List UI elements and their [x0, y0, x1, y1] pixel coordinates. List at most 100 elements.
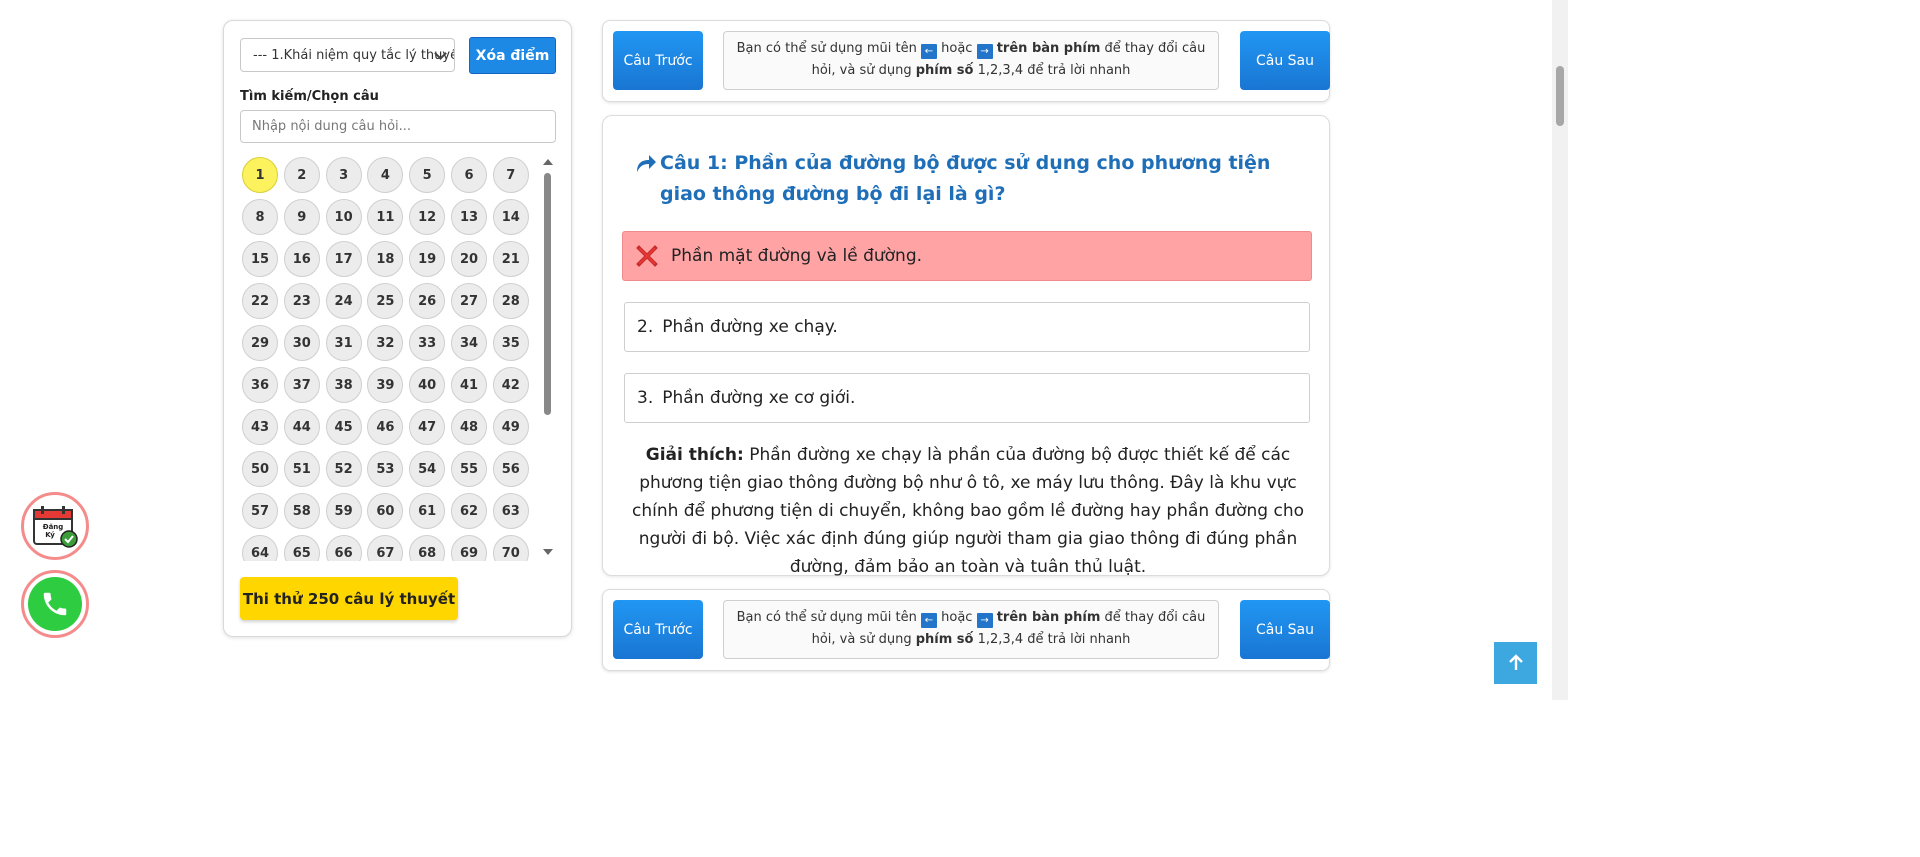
question-number-button[interactable]: 57	[242, 493, 278, 529]
call-float-button[interactable]	[21, 570, 89, 638]
arrow-left-key-icon: ←	[920, 44, 937, 59]
register-text-1: Đăng	[43, 523, 64, 531]
question-number-button[interactable]: 19	[409, 241, 446, 277]
question-number-button[interactable]: 15	[242, 241, 278, 277]
scroll-thumb[interactable]	[544, 173, 551, 415]
prev-question-button[interactable]: Câu Trước	[613, 600, 703, 659]
question-number-button[interactable]: 65	[283, 535, 320, 561]
question-number-button[interactable]: 31	[325, 325, 362, 361]
question-number-button[interactable]: 53	[367, 451, 404, 487]
answer-option-2[interactable]: 2. Phần đường xe chạy.	[624, 302, 1310, 352]
question-number-button[interactable]: 33	[409, 325, 446, 361]
page-scrollbar[interactable]	[1552, 0, 1568, 700]
search-input[interactable]: Nhập nội dung câu hỏi...	[240, 110, 556, 143]
question-number-button[interactable]: 69	[450, 535, 487, 561]
question-number-button[interactable]: 9	[283, 199, 320, 235]
question-number-button[interactable]: 52	[325, 451, 362, 487]
answer-option-1[interactable]: Phần mặt đường và lề đường.	[622, 231, 1312, 281]
grid-scrollbar[interactable]	[542, 159, 553, 557]
question-number-button[interactable]: 1	[242, 157, 278, 193]
page-scroll-thumb[interactable]	[1556, 66, 1564, 126]
question-number-button[interactable]: 18	[367, 241, 404, 277]
practice-exam-button[interactable]: Thi thử 250 câu lý thuyết	[240, 577, 458, 620]
question-number-button[interactable]: 51	[283, 451, 320, 487]
next-question-button[interactable]: Câu Sau	[1240, 31, 1330, 90]
question-number-button[interactable]: 29	[242, 325, 278, 361]
question-number-button[interactable]: 5	[409, 157, 446, 193]
topic-select[interactable]: --- 1.Khái niệm quy tắc lý thuyết	[240, 38, 455, 72]
question-number-button[interactable]: 25	[367, 283, 404, 319]
question-number-button[interactable]: 10	[325, 199, 362, 235]
question-number-button[interactable]: 16	[283, 241, 320, 277]
question-number-button[interactable]: 44	[283, 409, 320, 445]
question-number-button[interactable]: 27	[450, 283, 487, 319]
question-number-button[interactable]: 35	[492, 325, 529, 361]
question-number-button[interactable]: 55	[450, 451, 487, 487]
question-number-button[interactable]: 11	[367, 199, 404, 235]
question-number-button[interactable]: 37	[283, 367, 320, 403]
question-number-button[interactable]: 8	[242, 199, 278, 235]
question-number-button[interactable]: 61	[409, 493, 446, 529]
question-number-button[interactable]: 23	[283, 283, 320, 319]
question-number-button[interactable]: 70	[492, 535, 529, 561]
question-number-button[interactable]: 56	[492, 451, 529, 487]
question-number-button[interactable]: 28	[492, 283, 529, 319]
question-number-button[interactable]: 26	[409, 283, 446, 319]
question-number-button[interactable]: 38	[325, 367, 362, 403]
question-number-button[interactable]: 47	[409, 409, 446, 445]
question-number-button[interactable]: 32	[367, 325, 404, 361]
question-number-button[interactable]: 59	[325, 493, 362, 529]
question-number-button[interactable]: 39	[367, 367, 404, 403]
question-number-button[interactable]: 48	[450, 409, 487, 445]
question-number-button[interactable]: 34	[450, 325, 487, 361]
question-number-button[interactable]: 68	[409, 535, 446, 561]
question-number-button[interactable]: 43	[242, 409, 278, 445]
question-number-button[interactable]: 58	[283, 493, 320, 529]
answer-option-3[interactable]: 3. Phần đường xe cơ giới.	[624, 373, 1310, 423]
question-number-button[interactable]: 20	[450, 241, 487, 277]
question-number-button[interactable]: 17	[325, 241, 362, 277]
question-number-button[interactable]: 22	[242, 283, 278, 319]
arrow-left-key-icon: ←	[920, 613, 937, 628]
scroll-down-arrow-icon[interactable]	[543, 549, 553, 555]
question-number-button[interactable]: 64	[242, 535, 278, 561]
question-number-button[interactable]: 7	[492, 157, 529, 193]
question-number-button[interactable]: 13	[450, 199, 487, 235]
question-number-button[interactable]: 49	[492, 409, 529, 445]
question-number-button[interactable]: 46	[367, 409, 404, 445]
question-number-button[interactable]: 6	[450, 157, 487, 193]
question-number-button[interactable]: 50	[242, 451, 278, 487]
question-number-button[interactable]: 66	[325, 535, 362, 561]
question-nav-bottom: Câu Trước Bạn có thể sử dụng mũi tên ← h…	[602, 589, 1330, 671]
prev-question-button[interactable]: Câu Trước	[613, 31, 703, 90]
back-to-top-button[interactable]	[1494, 642, 1537, 684]
question-card: Câu 1: Phần của đường bộ được sử dụng ch…	[602, 115, 1330, 577]
clear-score-button[interactable]: Xóa điểm	[469, 37, 556, 74]
keyboard-hint: Bạn có thể sử dụng mũi tên ← hoặc → trên…	[723, 31, 1219, 90]
hint-text: hoặc	[941, 41, 973, 56]
question-number-button[interactable]: 62	[450, 493, 487, 529]
question-number-button[interactable]: 24	[325, 283, 362, 319]
answer-number: 3.	[637, 388, 654, 408]
question-number-button[interactable]: 36	[242, 367, 278, 403]
question-number-button[interactable]: 45	[325, 409, 362, 445]
question-number-button[interactable]: 21	[492, 241, 529, 277]
next-question-button[interactable]: Câu Sau	[1240, 600, 1330, 659]
question-number-button[interactable]: 12	[409, 199, 446, 235]
register-text-2: Ký	[45, 530, 55, 539]
question-number-button[interactable]: 3	[325, 157, 362, 193]
question-number-button[interactable]: 40	[409, 367, 446, 403]
question-number-button[interactable]: 4	[367, 157, 404, 193]
question-number-button[interactable]: 14	[492, 199, 529, 235]
question-number-button[interactable]: 30	[283, 325, 320, 361]
search-placeholder: Nhập nội dung câu hỏi...	[252, 119, 412, 134]
question-number-button[interactable]: 60	[367, 493, 404, 529]
question-number-button[interactable]: 54	[409, 451, 446, 487]
question-number-button[interactable]: 41	[450, 367, 487, 403]
register-float-button[interactable]: Đăng Ký	[21, 492, 89, 560]
question-number-button[interactable]: 63	[492, 493, 529, 529]
scroll-up-arrow-icon[interactable]	[543, 159, 553, 165]
question-number-button[interactable]: 42	[492, 367, 529, 403]
question-number-button[interactable]: 67	[367, 535, 404, 561]
question-number-button[interactable]: 2	[283, 157, 320, 193]
